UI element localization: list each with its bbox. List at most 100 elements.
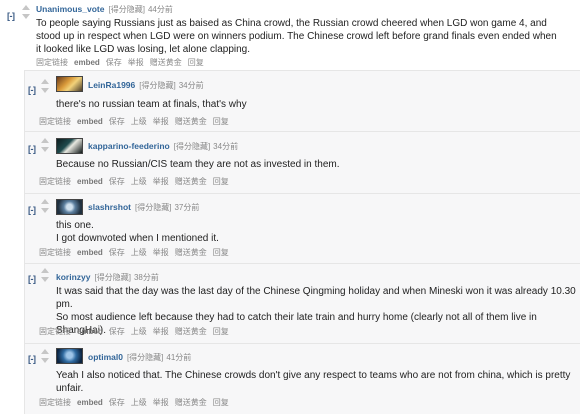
parent-button[interactable]: 上级: [131, 248, 147, 257]
upvote-icon[interactable]: [41, 79, 49, 84]
give-gold-button[interactable]: 赠送黄金: [175, 177, 207, 186]
reply-button[interactable]: 回复: [213, 248, 229, 257]
embed-button[interactable]: embed: [74, 58, 100, 67]
permalink-button[interactable]: 固定链接: [39, 327, 71, 336]
upvote-icon[interactable]: [41, 349, 49, 354]
comment-body: there's no russian team at finals, that'…: [56, 98, 247, 111]
author-link[interactable]: LeinRa1996: [88, 80, 135, 90]
report-button[interactable]: 举报: [128, 58, 144, 67]
comment-buttons: 固定链接 embed 保存 上级 举报 赠送黄金 回复: [39, 397, 235, 408]
author-link[interactable]: Unanimous_vote: [36, 4, 105, 14]
embed-button[interactable]: embed: [77, 248, 103, 257]
give-gold-button[interactable]: 赠送黄金: [175, 327, 207, 336]
comment-thread: [-] Unanimous_vote [得分隐藏] 44分前 To people s…: [0, 0, 580, 414]
avatar: [56, 348, 83, 364]
downvote-icon[interactable]: [41, 88, 49, 93]
report-button[interactable]: 举报: [153, 327, 169, 336]
reply-button[interactable]: 回复: [213, 177, 229, 186]
collapse-toggle[interactable]: [-]: [28, 205, 36, 215]
author-link[interactable]: kapparino-feederino: [88, 141, 170, 151]
comment-body: Because no Russian/CIS team they are not…: [56, 158, 340, 171]
comment-line: Yeah I also noticed that. The Chinese cr…: [56, 370, 571, 381]
embed-button[interactable]: embed: [77, 117, 103, 126]
downvote-icon[interactable]: [41, 358, 49, 363]
comment-tagline: Unanimous_vote [得分隐藏] 44分前: [36, 4, 173, 15]
report-button[interactable]: 举报: [153, 177, 169, 186]
comment-line: Because no Russian/CIS team they are not…: [56, 159, 340, 170]
downvote-icon[interactable]: [41, 208, 49, 213]
downvote-icon[interactable]: [41, 277, 49, 282]
comment-line: there's no russian team at finals, that'…: [56, 99, 247, 110]
collapse-toggle[interactable]: [-]: [28, 274, 36, 284]
avatar: [56, 138, 83, 154]
comment-line: unfair.: [56, 383, 84, 394]
parent-button[interactable]: 上级: [131, 117, 147, 126]
embed-button[interactable]: embed: [77, 327, 103, 336]
upvote-icon[interactable]: [41, 138, 49, 143]
reply-button[interactable]: 回复: [213, 327, 229, 336]
avatar: [56, 199, 83, 215]
embed-button[interactable]: embed: [77, 177, 103, 186]
permalink-button[interactable]: 固定链接: [39, 248, 71, 257]
author-link[interactable]: slashrshot: [88, 202, 131, 212]
comment-body: this one. I got downvoted when I mention…: [56, 219, 219, 245]
permalink-button[interactable]: 固定链接: [39, 117, 71, 126]
comment-reply: [-] LeinRa1996 [得分隐藏] 34分前 there's no russ…: [24, 70, 580, 131]
downvote-icon[interactable]: [22, 14, 30, 19]
report-button[interactable]: 举报: [153, 248, 169, 257]
save-button[interactable]: 保存: [106, 58, 122, 67]
author-link[interactable]: optimal0: [88, 352, 123, 362]
permalink-button[interactable]: 固定链接: [39, 398, 71, 407]
parent-button[interactable]: 上级: [131, 327, 147, 336]
comment-line: So most audience left because they had t…: [56, 312, 537, 323]
comment-line: I got downvoted when I mentioned it.: [56, 233, 219, 244]
comment-tagline: kapparino-feederino [得分隐藏] 34分前: [88, 141, 238, 152]
save-button[interactable]: 保存: [109, 117, 125, 126]
upvote-icon[interactable]: [22, 5, 30, 10]
report-button[interactable]: 举报: [153, 398, 169, 407]
score-hidden: [得分隐藏]: [126, 353, 164, 362]
embed-button[interactable]: embed: [77, 398, 103, 407]
upvote-icon[interactable]: [41, 268, 49, 273]
reply-button[interactable]: 回复: [213, 117, 229, 126]
comment-reply: [-] korinzyy [得分隐藏] 38分前 It was said that …: [24, 263, 580, 343]
reply-button[interactable]: 回复: [213, 398, 229, 407]
give-gold-button[interactable]: 赠送黄金: [150, 58, 182, 67]
comment-buttons: 固定链接 embed 保存 上级 举报 赠送黄金 回复: [39, 176, 235, 187]
save-button[interactable]: 保存: [109, 177, 125, 186]
timestamp: 34分前: [213, 142, 239, 151]
permalink-button[interactable]: 固定链接: [39, 177, 71, 186]
give-gold-button[interactable]: 赠送黄金: [175, 248, 207, 257]
vote-arrows: [21, 5, 31, 19]
comment-line: stood up in respect when LGD were on win…: [36, 31, 557, 42]
give-gold-button[interactable]: 赠送黄金: [175, 398, 207, 407]
vote-arrows: [40, 349, 50, 363]
score-hidden: [得分隐藏]: [94, 273, 131, 282]
save-button[interactable]: 保存: [109, 248, 125, 257]
author-link[interactable]: korinzyy: [56, 272, 91, 282]
collapse-toggle[interactable]: [-]: [28, 354, 36, 364]
vote-arrows: [40, 138, 50, 152]
upvote-icon[interactable]: [41, 199, 49, 204]
save-button[interactable]: 保存: [109, 327, 125, 336]
vote-arrows: [40, 268, 50, 282]
report-button[interactable]: 举报: [153, 117, 169, 126]
comment-body: Yeah I also noticed that. The Chinese cr…: [56, 369, 570, 395]
permalink-button[interactable]: 固定链接: [36, 58, 68, 67]
collapse-toggle[interactable]: [-]: [28, 144, 36, 154]
downvote-icon[interactable]: [41, 147, 49, 152]
timestamp: 41分前: [166, 353, 192, 362]
comment-line: To people saying Russians just as baised…: [36, 18, 547, 29]
collapse-toggle[interactable]: [-]: [7, 11, 15, 21]
reply-button[interactable]: 回复: [188, 58, 204, 67]
collapse-toggle[interactable]: [-]: [28, 85, 36, 95]
score-hidden: [得分隐藏]: [173, 142, 211, 151]
score-hidden: [得分隐藏]: [139, 81, 176, 90]
comment-reply: [-] kapparino-feederino [得分隐藏] 34分前 Becaus…: [24, 131, 580, 193]
comment-buttons: 固定链接 embed 保存 举报 赠送黄金 回复: [36, 57, 210, 68]
give-gold-button[interactable]: 赠送黄金: [175, 117, 207, 126]
timestamp: 44分前: [147, 5, 173, 14]
parent-button[interactable]: 上级: [131, 177, 147, 186]
parent-button[interactable]: 上级: [131, 398, 147, 407]
save-button[interactable]: 保存: [109, 398, 125, 407]
